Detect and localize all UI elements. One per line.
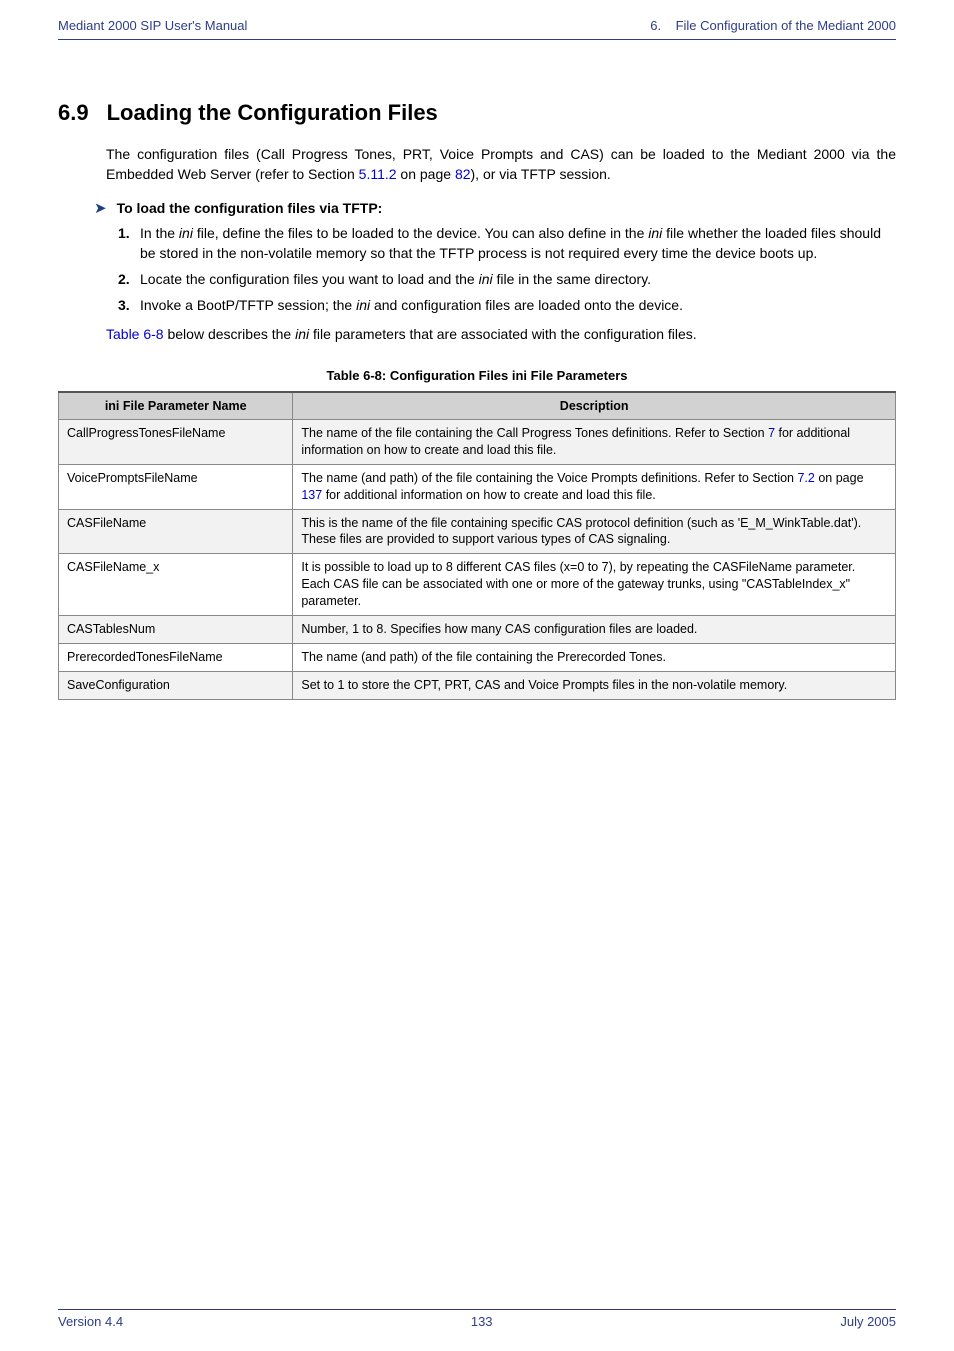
ini-italic-5: ini [295,326,309,342]
page-header: Mediant 2000 SIP User's Manual 6. File C… [0,0,954,37]
step3-text-b: and configuration files are loaded onto … [370,297,683,313]
section-heading: Loading the Configuration Files [107,100,438,125]
header-left: Mediant 2000 SIP User's Manual [58,18,247,33]
step3-text-a: Invoke a BootP/TFTP session; the [140,297,356,313]
footer-date: July 2005 [840,1314,896,1329]
after-text-a: below describes the [164,326,296,342]
table-intro: Table 6-8 below describes the ini file p… [58,324,896,344]
after-text-b: file parameters that are associated with… [309,326,697,342]
table-row: CASFileName_x It is possible to load up … [59,554,896,616]
step-3: 3. Invoke a BootP/TFTP session; the ini a… [118,295,896,315]
param-cell: CallProgressTonesFileName [59,420,293,465]
section-number: 6.9 [58,100,89,125]
table-row: SaveConfiguration Set to 1 to store the … [59,671,896,699]
table-link-6-8[interactable]: Table 6-8 [106,326,164,342]
arrow-right-icon: ➤ [94,199,107,217]
param-cell: CASFileName [59,509,293,554]
param-cell: CASFileName_x [59,554,293,616]
table-header-row: ini File Parameter Name Description [59,392,896,420]
param-cell: PrerecordedTonesFileName [59,643,293,671]
step-num-3: 3. [118,295,130,315]
desc-cell: The name (and path) of the file containi… [293,464,896,509]
param-cell: SaveConfiguration [59,671,293,699]
ini-italic-1: ini [179,225,193,241]
footer-divider [58,1309,896,1310]
desc-cell: This is the name of the file containing … [293,509,896,554]
header-section-num: 6. [650,18,661,33]
desc-text: The name of the file containing the Call… [301,426,768,440]
ini-italic-2: ini [648,225,662,241]
desc-text: for additional information on how to cre… [322,488,656,502]
ini-italic-3: ini [479,271,493,287]
footer-row: Version 4.4 133 July 2005 [58,1314,896,1329]
table-row: CallProgressTonesFileName The name of th… [59,420,896,465]
section-title: 6.9 Loading the Configuration Files [58,100,896,126]
footer-version: Version 4.4 [58,1314,123,1329]
table-row: PrerecordedTonesFileName The name (and p… [59,643,896,671]
intro-paragraph: The configuration files (Call Progress T… [58,144,896,185]
header-right: 6. File Configuration of the Mediant 200… [650,18,896,33]
intro-text-c: ), or via TFTP session. [471,166,611,182]
desc-cell: The name of the file containing the Call… [293,420,896,465]
content-area: 6.9 Loading the Configuration Files The c… [0,40,954,700]
ini-italic-4: ini [356,297,370,313]
desc-cell: It is possible to load up to 8 different… [293,554,896,616]
step1-text-b: file, define the files to be loaded to t… [193,225,648,241]
procedure-heading: ➤ To load the configuration files via TF… [94,199,896,217]
section-link-7[interactable]: 7 [768,426,775,440]
section-link-7-2[interactable]: 7.2 [797,471,814,485]
table-caption-text: Table 6-8: Configuration Files ini File … [327,368,628,383]
table-row: VoicePromptsFileName The name (and path)… [59,464,896,509]
step2-text-b: file in the same directory. [493,271,651,287]
step-num-2: 2. [118,269,130,289]
procedure-title: To load the configuration files via TFTP… [117,200,383,216]
step-1: 1. In the ini file, define the files to b… [118,223,896,264]
col-header-desc: Description [293,392,896,420]
desc-cell: Set to 1 to store the CPT, PRT, CAS and … [293,671,896,699]
col-header-param: ini File Parameter Name [59,392,293,420]
table-caption: Table 6-8: Configuration Files ini File … [58,368,896,383]
config-table: ini File Parameter Name Description Call… [58,391,896,700]
section-link-5-11-2[interactable]: 5.11.2 [359,166,397,182]
param-cell: CASTablesNum [59,615,293,643]
page-footer: Version 4.4 133 July 2005 [58,1309,896,1329]
page-link-137[interactable]: 137 [301,488,322,502]
footer-page-number: 133 [471,1314,493,1329]
desc-cell: Number, 1 to 8. Specifies how many CAS c… [293,615,896,643]
header-section-text: File Configuration of the Mediant 2000 [676,18,896,33]
param-cell: VoicePromptsFileName [59,464,293,509]
procedure-steps: 1. In the ini file, define the files to b… [58,223,896,316]
desc-text: The name (and path) of the file containi… [301,471,797,485]
page-link-82[interactable]: 82 [455,166,471,182]
step-2: 2. Locate the configuration files you wan… [118,269,896,289]
step2-text-a: Locate the configuration files you want … [140,271,479,287]
desc-text: on page [815,471,864,485]
table-row: CASFileName This is the name of the file… [59,509,896,554]
desc-cell: The name (and path) of the file containi… [293,643,896,671]
step1-text-a: In the [140,225,179,241]
step-num-1: 1. [118,223,130,243]
intro-text-b: on page [397,166,455,182]
table-row: CASTablesNum Number, 1 to 8. Specifies h… [59,615,896,643]
